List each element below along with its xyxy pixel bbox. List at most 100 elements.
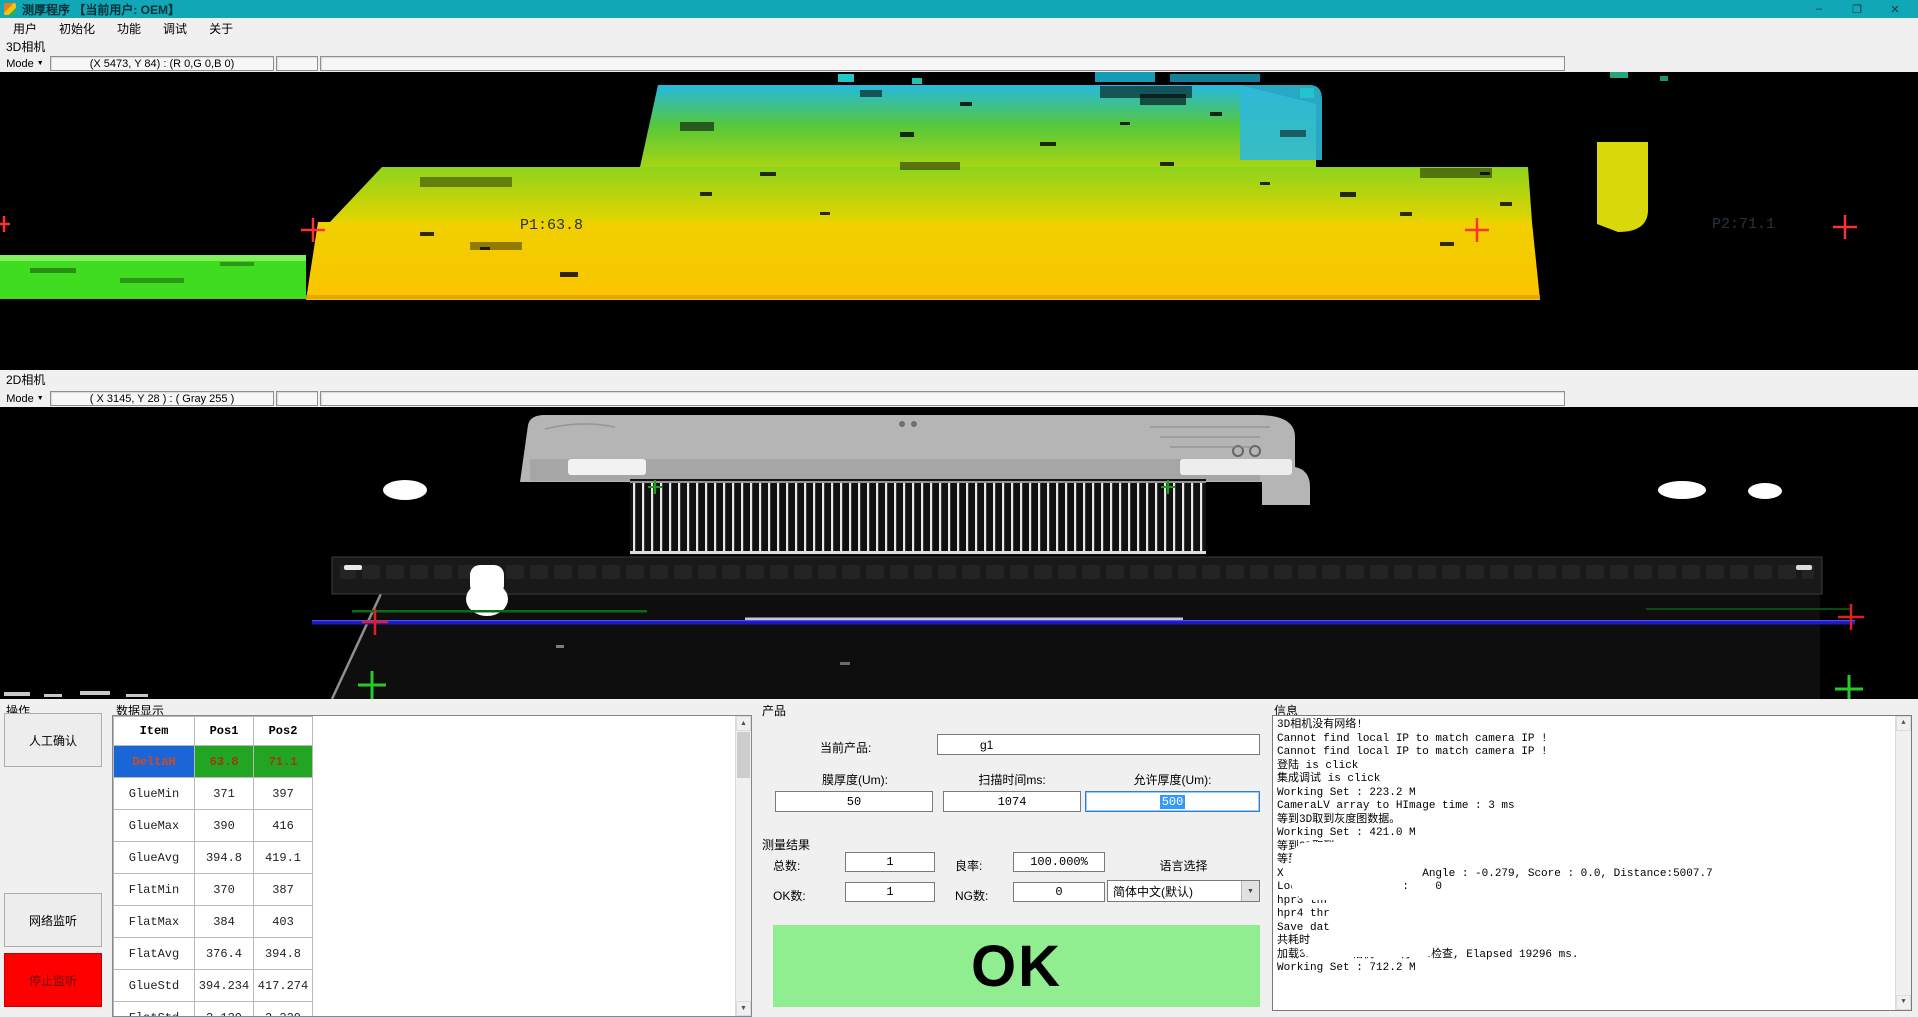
ok-count-label: OK数: [773,887,806,904]
cell-pos1: 390 [195,810,254,842]
table-row-DeltaH[interactable]: DeltaH63.871.1 [114,746,313,778]
column-header: Item [114,717,195,746]
ng-count-input[interactable]: 0 [1013,882,1105,902]
menu-item-3[interactable]: 功能 [106,18,152,39]
table-row-GlueStd[interactable]: GlueStd394.234417.274 [114,970,313,1002]
table-row-FlatAvg[interactable]: FlatAvg376.4394.8 [114,938,313,970]
operation-button-1[interactable]: 人工确认 [4,713,102,767]
scan-time-input[interactable]: 1074 [943,791,1081,812]
operation-button-2[interactable]: 网络监听 [4,893,102,947]
pcb-part [520,415,1310,555]
cell-item: GlueMin [114,778,195,810]
cell-item: GlueMax [114,810,195,842]
maximize-button[interactable]: ❐ [1838,3,1876,16]
cell-pos1: 2.139 [195,1002,254,1017]
scroll-down-icon[interactable]: ▼ [1896,995,1911,1010]
log-line: Working Set : 223.2 M [1277,787,1907,801]
cell-pos1: 371 [195,778,254,810]
cell-item: GlueAvg [114,842,195,874]
language-select[interactable]: 简体中文(默认) ▼ [1107,880,1260,902]
camera3d-toolbar: Mode ▼ (X 5473, Y 84) : (R 0,G 0,B 0) [0,55,1918,72]
film-thickness-input[interactable]: 50 [775,791,933,812]
p1-annotation: P1:63.8 [520,217,583,234]
menu-item-5[interactable]: 关于 [198,18,244,39]
menu-item-1[interactable]: 用户 [2,18,48,39]
result-section-label: 测量结果 [762,836,810,853]
cell-pos1: 384 [195,906,254,938]
app-icon [4,3,16,15]
cell-pos1: 394.234 [195,970,254,1002]
menu-item-4[interactable]: 调试 [152,18,198,39]
current-product-input[interactable]: g1 [937,734,1260,755]
language-label: 语言选择 [1107,857,1260,874]
window-title: 测厚程序 【当前用户: OEM】 [22,1,180,18]
cell-item: DeltaH [114,746,195,778]
window-controls: – ❐ ✕ [1800,3,1914,16]
left-green-strip [0,255,306,299]
column-header: Pos2 [254,717,313,746]
allow-thickness-label: 允许厚度(Um): [1085,771,1260,788]
cell-item: FlatMax [114,906,195,938]
status-banner: OK [773,925,1260,1007]
scroll-up-icon[interactable]: ▲ [736,716,751,731]
cell-pos1: 63.8 [195,746,254,778]
ok-count-input[interactable]: 1 [845,882,935,902]
camera2d-view[interactable] [0,407,1918,700]
allow-thickness-input[interactable]: 500 [1085,791,1260,812]
cell-pos1: 394.8 [195,842,254,874]
camera2d-status-box-long [320,391,1565,406]
cell-pos2: 2.229 [254,1002,313,1017]
current-product-label: 当前产品: [820,739,871,756]
yield-label: 良率: [955,857,982,874]
language-select-value: 简体中文(默认) [1108,883,1241,900]
table-header: ItemPos1Pos2 [114,717,313,746]
table-row-GlueMin[interactable]: GlueMin371397 [114,778,313,810]
table-row-FlatStd[interactable]: FlatStd2.1392.229 [114,1002,313,1017]
cell-pos2: 403 [254,906,313,938]
camera2d-mode-button[interactable]: Mode ▼ [0,391,50,406]
log-line: 登陆 is click [1277,760,1907,774]
camera3d-pixel-readout: (X 5473, Y 84) : (R 0,G 0,B 0) [50,56,274,71]
redaction-blob [1291,842,1403,900]
table-row-FlatMax[interactable]: FlatMax384403 [114,906,313,938]
cell-item: GlueStd [114,970,195,1002]
total-input[interactable]: 1 [845,852,935,872]
film-thickness-label: 膜厚度(Um): [775,771,935,788]
log-scrollbar[interactable]: ▲ ▼ [1895,716,1911,1010]
scrollbar-thumb[interactable] [737,732,750,778]
selected-text: 500 [1160,795,1186,809]
scroll-down-icon[interactable]: ▼ [736,1001,751,1016]
bottom-panel: 操作 人工确认网络监听停止监听 数据显示 ItemPos1Pos2 DeltaH… [0,699,1918,1017]
log-line: 3D相机没有网络! [1277,719,1907,733]
cell-item: FlatMin [114,874,195,906]
cell-pos2: 416 [254,810,313,842]
chevron-down-icon[interactable]: ▼ [1241,881,1259,901]
cell-pos2: 394.8 [254,938,313,970]
table-scrollbar[interactable]: ▲ ▼ [735,716,751,1016]
info-log[interactable]: 3D相机没有网络!Cannot find local IP to match c… [1272,715,1912,1011]
chevron-down-icon: ▼ [37,60,44,67]
close-button[interactable]: ✕ [1876,3,1914,16]
menu-item-2[interactable]: 初始化 [48,18,106,39]
cell-pos2: 71.1 [254,746,313,778]
title-bar: 测厚程序 【当前用户: OEM】 – ❐ ✕ [0,0,1918,18]
camera3d-view[interactable]: P1:63.8 P2:71.1 [0,72,1918,370]
camera3d-mode-button[interactable]: Mode ▼ [0,56,50,71]
cell-item: FlatAvg [114,938,195,970]
total-label: 总数: [773,857,800,874]
cell-pos1: 370 [195,874,254,906]
table-row-GlueAvg[interactable]: GlueAvg394.8419.1 [114,842,313,874]
scroll-up-icon[interactable]: ▲ [1896,716,1911,731]
log-line: Working Set : 421.0 M [1277,827,1907,841]
column-header: Pos1 [195,717,254,746]
table-row-FlatMin[interactable]: FlatMin370387 [114,874,313,906]
yield-input[interactable]: 100.000% [1013,852,1105,872]
log-line: Cannot find local IP to match camera IP … [1277,733,1907,747]
minimize-button[interactable]: – [1800,3,1838,16]
operation-button-3[interactable]: 停止监听 [4,953,102,1007]
redaction-blob [1328,916,1853,930]
camera3d-status-box [276,56,318,71]
log-line: 集成调试 is click [1277,773,1907,787]
cell-pos2: 387 [254,874,313,906]
table-row-GlueMax[interactable]: GlueMax390416 [114,810,313,842]
